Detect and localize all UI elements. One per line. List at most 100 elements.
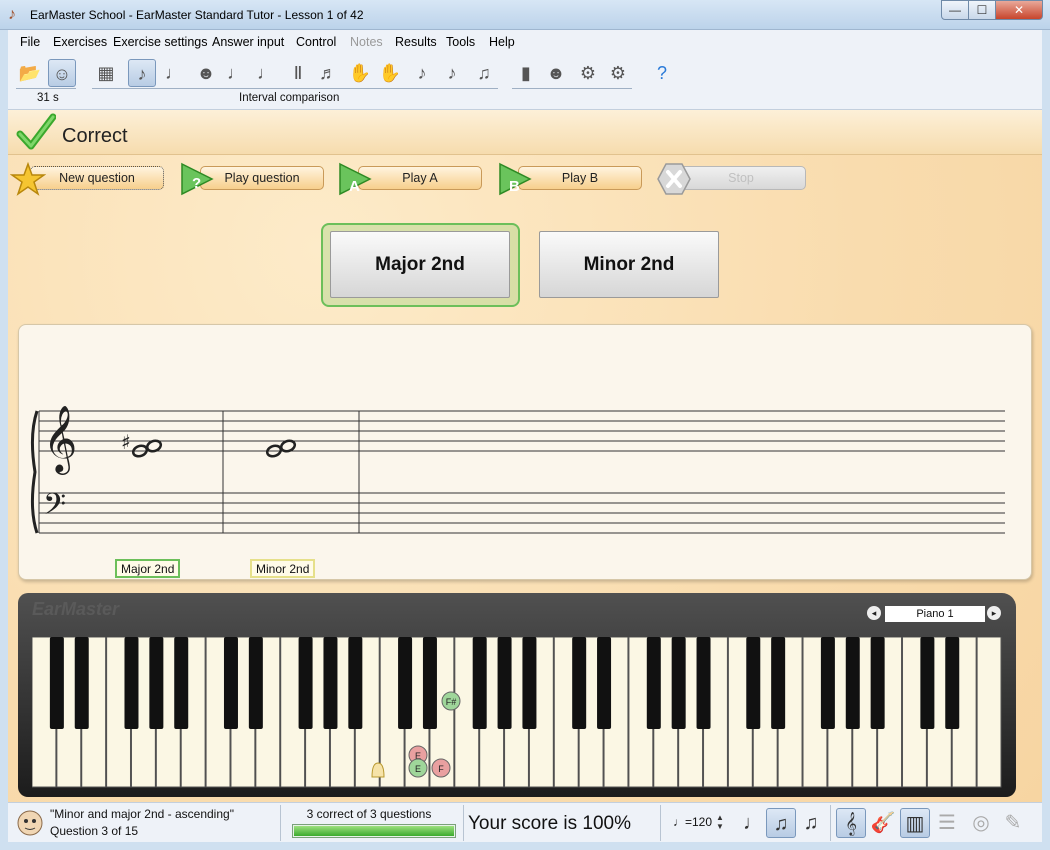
black-key[interactable] bbox=[522, 637, 537, 729]
black-key[interactable] bbox=[870, 637, 885, 729]
instrument-name: Piano 1 bbox=[885, 606, 985, 622]
black-key[interactable] bbox=[472, 637, 487, 729]
black-key[interactable] bbox=[323, 637, 338, 729]
play-b-label: Play B bbox=[518, 166, 642, 190]
play-question-icon: ? bbox=[181, 162, 214, 196]
menu-answer-input[interactable]: Answer input bbox=[212, 35, 284, 49]
star-icon bbox=[10, 162, 46, 196]
chord-inversion-icon[interactable]: ♩ bbox=[252, 59, 280, 87]
black-key[interactable] bbox=[223, 637, 238, 729]
treble-clef-icon: 𝄞 bbox=[43, 404, 77, 475]
root-note-marker-icon bbox=[371, 762, 385, 778]
stop-icon bbox=[657, 163, 691, 195]
rhythm-clap-icon[interactable]: ✋ bbox=[346, 59, 374, 87]
play-question-button[interactable]: Play question ? bbox=[180, 162, 326, 196]
chord-icon[interactable]: ♩ bbox=[222, 59, 250, 87]
black-key[interactable] bbox=[572, 637, 587, 729]
interval-label-b: Minor 2nd bbox=[250, 559, 316, 578]
open-folder-icon[interactable]: 📂 bbox=[16, 59, 44, 87]
midi-input-icon[interactable]: ◎ bbox=[966, 808, 996, 838]
menu-exercise-settings[interactable]: Exercise settings bbox=[113, 35, 207, 49]
play-a-icon: A bbox=[339, 162, 372, 196]
answer-major-2nd-button[interactable]: Major 2nd bbox=[330, 231, 510, 298]
stop-label: Stop bbox=[676, 166, 806, 190]
black-key[interactable] bbox=[348, 637, 363, 729]
tutor-face-icon[interactable]: ☺ bbox=[48, 59, 76, 87]
black-key[interactable] bbox=[149, 637, 164, 729]
black-key[interactable] bbox=[124, 637, 139, 729]
answer-minor-2nd-button[interactable]: Minor 2nd bbox=[539, 231, 719, 298]
black-key[interactable] bbox=[597, 637, 612, 729]
maximize-button[interactable]: ☐ bbox=[968, 0, 996, 20]
help-icon[interactable]: ? bbox=[648, 59, 676, 87]
melody-icon[interactable]: ♫ bbox=[470, 59, 498, 87]
play-b-button[interactable]: Play B B bbox=[498, 162, 644, 196]
interval-icon[interactable]: ♩ bbox=[160, 59, 188, 87]
rhythm-tap-icon[interactable]: ✋ bbox=[376, 59, 404, 87]
piano-input-icon[interactable]: ▥ bbox=[900, 808, 930, 838]
new-question-button[interactable]: New question bbox=[10, 162, 166, 196]
rhythm-imitation-icon[interactable]: ♪ bbox=[408, 59, 436, 87]
scale-icon[interactable]: ♬ bbox=[314, 59, 342, 87]
solfege-input-icon[interactable]: ☰ bbox=[932, 808, 962, 838]
chord-comparison-icon[interactable]: ☻ bbox=[192, 59, 220, 87]
black-key[interactable] bbox=[49, 637, 64, 729]
white-key[interactable] bbox=[976, 637, 1002, 788]
microphone-icon[interactable]: ✎ bbox=[998, 808, 1028, 838]
tools-icon[interactable]: ⚙ bbox=[604, 59, 632, 87]
black-key[interactable] bbox=[497, 637, 512, 729]
stop-button[interactable]: Stop bbox=[656, 162, 808, 195]
answer-status-bar: Correct bbox=[8, 110, 1042, 155]
settings-icon[interactable]: ⚙ bbox=[574, 59, 602, 87]
black-key[interactable] bbox=[820, 637, 835, 729]
black-key[interactable] bbox=[945, 637, 960, 729]
tempo-value[interactable]: 120 bbox=[692, 815, 712, 829]
black-key[interactable] bbox=[845, 637, 860, 729]
previous-instrument-button[interactable]: ◂ bbox=[867, 606, 881, 620]
menu-tools[interactable]: Tools bbox=[446, 35, 475, 49]
status-divider bbox=[280, 805, 281, 841]
black-key[interactable] bbox=[298, 637, 313, 729]
guitar-input-icon[interactable]: 🎸 bbox=[868, 808, 898, 838]
note-marker-label: E bbox=[415, 764, 421, 774]
user-icon[interactable]: ☻ bbox=[542, 59, 570, 87]
status-divider bbox=[463, 805, 464, 841]
black-key[interactable] bbox=[771, 637, 786, 729]
black-key[interactable] bbox=[671, 637, 686, 729]
black-key[interactable] bbox=[248, 637, 263, 729]
rhythm-dictation-icon[interactable]: ♪ bbox=[438, 59, 466, 87]
quarter-note-icon[interactable]: ♩ bbox=[738, 808, 768, 838]
black-key[interactable] bbox=[646, 637, 661, 729]
menu-file[interactable]: File bbox=[20, 35, 40, 49]
play-a-button[interactable]: Play A A bbox=[338, 162, 484, 196]
interval-comparison-icon[interactable]: ♪ bbox=[128, 59, 156, 87]
minimize-button[interactable]: — bbox=[941, 0, 969, 20]
score-progress-bar bbox=[292, 824, 456, 838]
menu-help[interactable]: Help bbox=[489, 35, 515, 49]
black-key[interactable] bbox=[174, 637, 189, 729]
black-key[interactable] bbox=[696, 637, 711, 729]
triplet-notes-icon[interactable]: ♫ bbox=[796, 808, 826, 838]
correct-counter: 3 correct of 3 questions bbox=[306, 807, 432, 821]
tempo-stepper[interactable]: ▲ ▼ bbox=[716, 813, 724, 831]
piano-keyboard[interactable]: EE FF# bbox=[32, 637, 1002, 789]
black-key[interactable] bbox=[398, 637, 413, 729]
next-instrument-button[interactable]: ▸ bbox=[987, 606, 1001, 620]
menu-notes[interactable]: Notes bbox=[350, 35, 383, 49]
statistics-icon[interactable]: ▮ bbox=[512, 59, 540, 87]
menu-results[interactable]: Results bbox=[395, 35, 437, 49]
black-key[interactable] bbox=[746, 637, 761, 729]
close-button[interactable]: ✕ bbox=[995, 0, 1043, 20]
fretboard-icon[interactable]: ▦ bbox=[92, 59, 120, 87]
new-question-label: New question bbox=[30, 166, 164, 190]
menu-exercises[interactable]: Exercises bbox=[53, 35, 107, 49]
black-key[interactable] bbox=[920, 637, 935, 729]
menu-control[interactable]: Control bbox=[296, 35, 336, 49]
black-key[interactable] bbox=[422, 637, 437, 729]
progression-icon[interactable]: Ⅱ bbox=[284, 59, 312, 87]
black-key[interactable] bbox=[74, 637, 89, 729]
beamed-notes-icon[interactable]: ♫ bbox=[766, 808, 796, 838]
piano-brand-logo: EarMaster bbox=[32, 599, 120, 619]
staff-input-icon[interactable]: 𝄞 bbox=[836, 808, 866, 838]
exercise-area: Correct New question Play question ? Pla… bbox=[8, 110, 1042, 802]
